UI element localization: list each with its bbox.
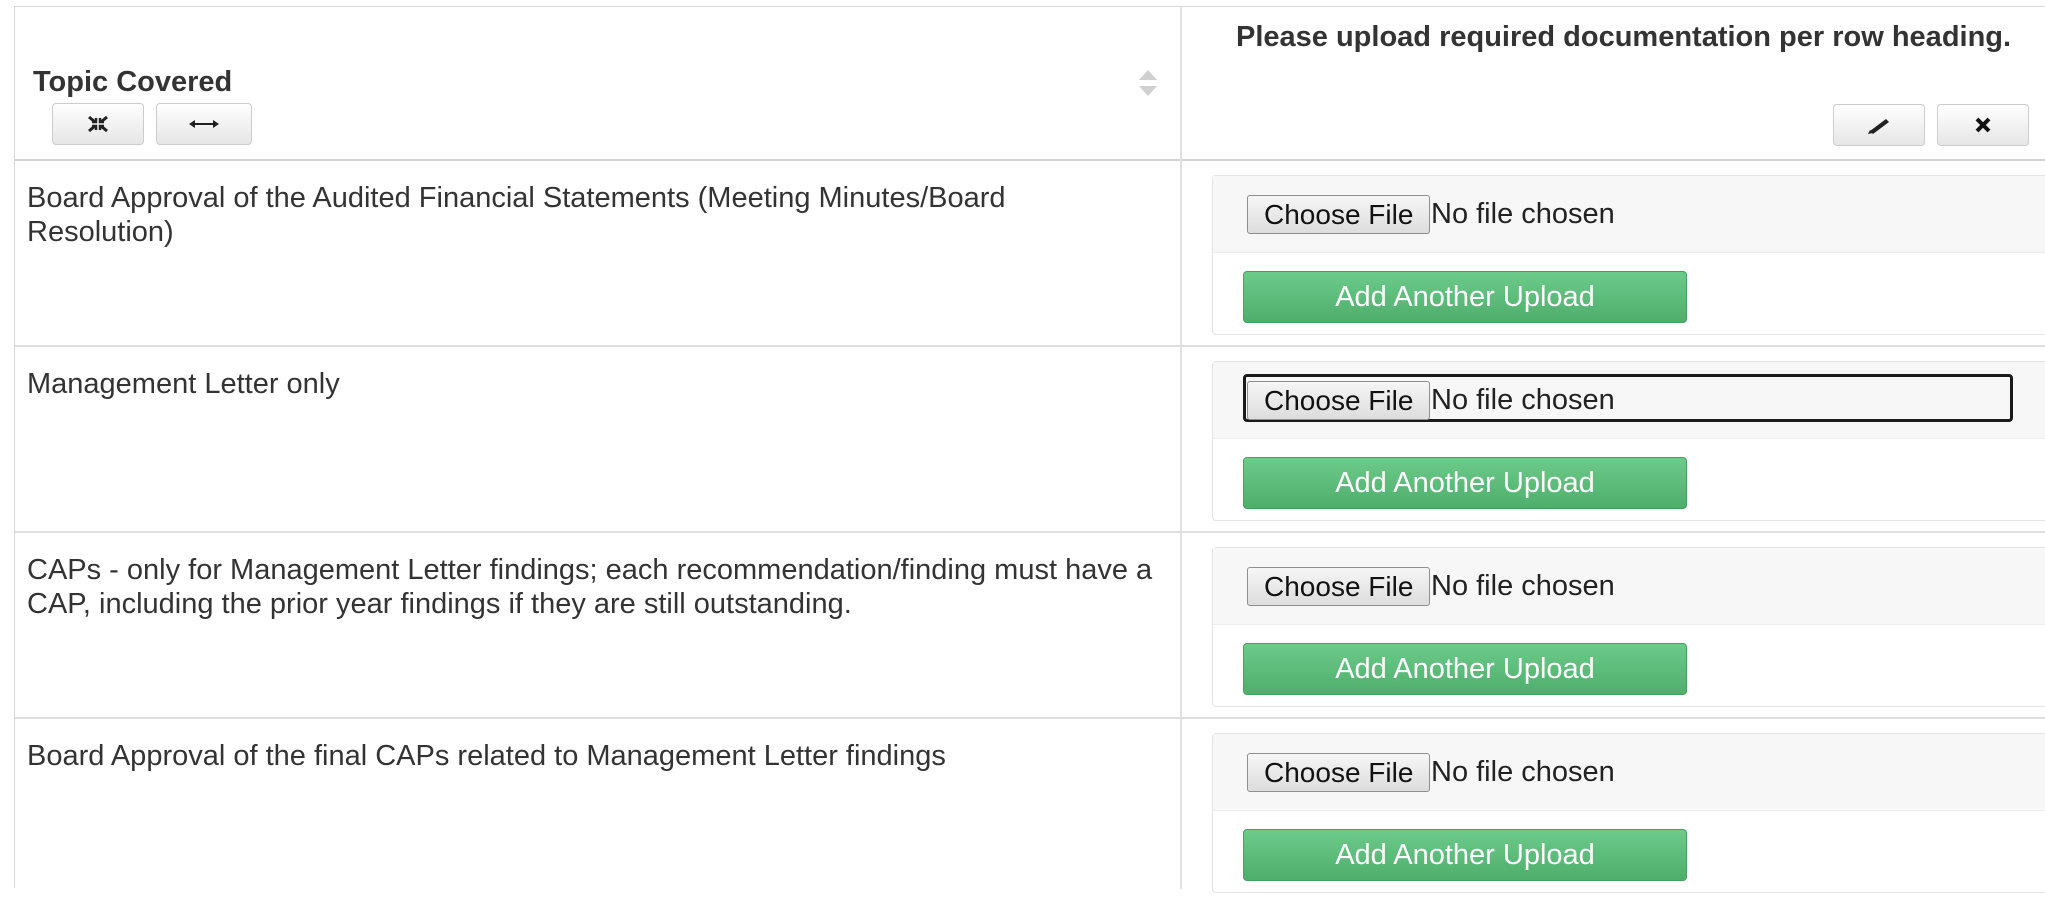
file-status: No file chosen (1431, 756, 1615, 788)
topic-text: Board Approval of the Audited Financial … (27, 182, 1006, 248)
upload-panel: Choose File No file chosen Add Another U… (1212, 547, 2045, 707)
upload-table: Topic Covered Please upload required doc… (14, 6, 2045, 893)
fit-width-button[interactable] (156, 103, 252, 145)
add-another-upload-button[interactable]: Add Another Upload (1243, 829, 1687, 881)
upload-column-header: Please upload required documentation per… (1236, 21, 2012, 53)
shrink-column-button[interactable] (52, 103, 144, 145)
pencil-icon (1868, 119, 1889, 134)
sort-icon[interactable] (1137, 68, 1159, 98)
table-header: Topic Covered Please upload required doc… (15, 7, 2045, 161)
file-status: No file chosen (1431, 570, 1615, 602)
file-input[interactable]: Choose File No file chosen (1213, 176, 2045, 253)
choose-file-button[interactable]: Choose File (1247, 753, 1431, 792)
file-status: No file chosen (1431, 198, 1615, 230)
compress-arrows-icon (88, 115, 108, 133)
file-input[interactable]: Choose File No file chosen (1213, 734, 2045, 811)
topic-text: Management Letter only (27, 368, 340, 400)
table-row: Board Approval of the Audited Financial … (15, 161, 2045, 347)
choose-file-button[interactable]: Choose File (1247, 195, 1431, 234)
upload-panel: Choose File No file chosen Add Another U… (1212, 733, 2045, 893)
choose-file-button[interactable]: Choose File (1247, 567, 1431, 606)
topic-text: CAPs - only for Management Letter findin… (27, 554, 1153, 620)
edit-column-button[interactable] (1833, 104, 1925, 146)
close-icon (1975, 117, 1991, 133)
choose-file-button[interactable]: Choose File (1247, 381, 1431, 420)
add-another-upload-button[interactable]: Add Another Upload (1243, 271, 1687, 323)
horizontal-arrows-icon (189, 120, 219, 128)
file-input[interactable]: Choose File No file chosen (1213, 548, 2045, 625)
topic-text: Board Approval of the final CAPs related… (27, 740, 946, 772)
add-another-upload-button[interactable]: Add Another Upload (1243, 457, 1687, 509)
table-row: Management Letter only Choose File No fi… (15, 347, 2045, 533)
remove-column-button[interactable] (1937, 104, 2029, 146)
topic-column-header: Topic Covered (33, 66, 233, 98)
add-another-upload-button[interactable]: Add Another Upload (1243, 643, 1687, 695)
upload-panel: Choose File No file chosen Add Another U… (1212, 175, 2045, 335)
file-input[interactable]: Choose File No file chosen (1213, 362, 2045, 439)
upload-panel: Choose File No file chosen Add Another U… (1212, 361, 2045, 521)
file-status: No file chosen (1431, 384, 1615, 416)
table-row: Board Approval of the final CAPs related… (15, 719, 2045, 905)
table-row: CAPs - only for Management Letter findin… (15, 533, 2045, 719)
